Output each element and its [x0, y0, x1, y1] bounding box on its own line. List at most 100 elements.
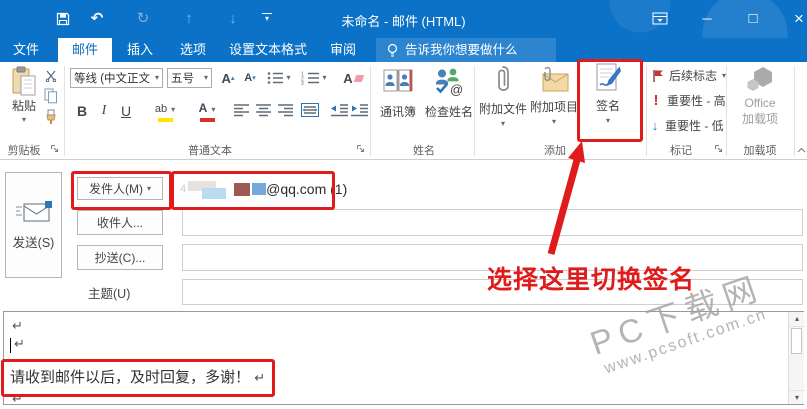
attach-item-label: 附加项目	[530, 100, 579, 114]
cut-button[interactable]	[42, 68, 60, 84]
eraser-icon	[353, 74, 364, 82]
follow-up-label: 后续标志	[669, 69, 718, 83]
send-label: 发送(S)	[12, 235, 55, 250]
attach-file-caret-icon: ▾	[500, 119, 505, 128]
numbering-icon: 1 2 3	[301, 72, 320, 85]
format-painter-icon	[46, 109, 56, 124]
high-importance-button[interactable]: ! 重要性 - 高	[652, 92, 726, 109]
outlook-compose-window: ↶ ↻ ↑ ↓ ▾ 未命名 - 邮件 (HTML) ─ □ × 文件 邮件 插入…	[0, 0, 807, 409]
check-names-button[interactable]: @ 检查姓名	[424, 64, 474, 120]
from-censored-char: 4	[180, 183, 187, 195]
minimize-button[interactable]: ─	[693, 0, 721, 38]
from-caret-icon: ▾	[146, 183, 151, 193]
italic-button[interactable]: I	[95, 100, 113, 122]
tab-format-text[interactable]: 设置文本格式	[222, 38, 314, 62]
tab-file[interactable]: 文件	[0, 38, 52, 62]
copy-button[interactable]	[42, 88, 60, 104]
follow-up-button[interactable]: 后续标志 ▾	[652, 67, 726, 84]
italic-letter: I	[101, 103, 107, 118]
bold-button[interactable]: B	[72, 100, 92, 122]
tab-review[interactable]: 审阅	[318, 38, 368, 62]
paragraph-mark: ↵	[254, 370, 266, 385]
body-text-line: 请收到邮件以后，及时回复，多谢！ ↵	[10, 366, 265, 387]
underline-button[interactable]: U	[116, 100, 136, 122]
signature-icon	[582, 62, 634, 93]
close-button[interactable]: ×	[785, 0, 807, 38]
format-painter-button[interactable]	[42, 108, 60, 126]
office-addins-label-2: 加载项	[741, 112, 778, 126]
message-body[interactable]	[3, 311, 804, 405]
clipboard-dialog-launcher-icon[interactable]	[50, 144, 59, 153]
tab-message[interactable]: 邮件	[58, 38, 112, 62]
clipboard-group-label: 剪贴板	[7, 145, 41, 157]
highlight-color-bar	[157, 118, 173, 122]
text-highlight-button[interactable]: ab ▾	[146, 99, 184, 122]
font-name-combo[interactable]: 等线 (中文正文 ▾	[70, 68, 163, 88]
bold-letter: B	[76, 103, 88, 119]
signature-button[interactable]: 签名 ▾	[582, 62, 634, 125]
mosaic-block	[234, 182, 251, 196]
bullets-button[interactable]: ▾	[264, 68, 294, 88]
grow-font-letter: A	[221, 70, 231, 86]
office-addins-button[interactable]: Office 加载项	[732, 64, 788, 127]
attach-file-button[interactable]: 附加文件 ▾	[478, 64, 528, 128]
tellme-label: 告诉我你想要做什么	[405, 43, 518, 57]
office-addins-label-1: Office	[744, 96, 776, 110]
font-color-button[interactable]: A ▾	[190, 99, 224, 122]
address-book-button[interactable]: 通讯簿	[374, 64, 422, 120]
from-button[interactable]: 发件人(M) ▾	[77, 177, 163, 200]
lightbulb-icon	[386, 43, 399, 58]
ribbon-display-options-icon[interactable]	[652, 12, 668, 26]
tab-insert[interactable]: 插入	[116, 38, 164, 62]
include-group-label: 添加	[544, 145, 566, 157]
tellme-box[interactable]: 告诉我你想要做什么	[376, 38, 556, 62]
to-button[interactable]: 收件人...	[77, 210, 163, 235]
underline-letter: U	[120, 103, 132, 119]
tags-dialog-launcher-icon[interactable]	[714, 144, 723, 153]
mosaic-block	[202, 187, 227, 199]
attach-item-button[interactable]: 附加项目 ▾	[530, 64, 578, 126]
scroll-up-icon[interactable]: ▴	[789, 312, 805, 327]
font-size-value: 五号	[171, 73, 194, 85]
address-book-label: 通讯簿	[379, 105, 416, 119]
font-size-combo[interactable]: 五号 ▾	[167, 68, 212, 88]
paste-label: 粘贴	[11, 99, 36, 113]
clipboard-icon	[6, 66, 42, 97]
cc-button[interactable]: 抄送(C)...	[77, 245, 163, 270]
names-group-label: 姓名	[413, 145, 435, 157]
increase-indent-button[interactable]	[350, 101, 370, 119]
align-center-button[interactable]	[254, 101, 274, 119]
basic-text-group-label: 普通文本	[188, 145, 232, 157]
high-importance-icon: !	[653, 92, 659, 109]
from-address-text: @qq.com (1)	[266, 181, 348, 197]
signature-label: 签名	[595, 99, 620, 113]
maximize-button[interactable]: □	[739, 0, 767, 38]
clear-formatting-button[interactable]: A	[342, 68, 364, 88]
body-scrollbar[interactable]: ▴ ▾	[788, 312, 805, 405]
tab-options[interactable]: 选项	[168, 38, 218, 62]
basic-text-dialog-launcher-icon[interactable]	[356, 144, 365, 153]
to-input[interactable]	[182, 209, 803, 236]
decrease-indent-button[interactable]	[330, 101, 350, 119]
scissors-icon	[45, 70, 57, 82]
distributed-button[interactable]	[298, 101, 322, 119]
signature-caret-icon: ▾	[605, 116, 610, 125]
collapse-ribbon-icon[interactable]	[797, 147, 806, 153]
send-button[interactable]: 发送(S)	[5, 172, 62, 278]
align-right-button[interactable]	[276, 101, 296, 119]
font-name-value: 等线 (中文正文	[74, 73, 151, 85]
scroll-down-icon[interactable]: ▾	[789, 390, 805, 405]
numbering-button[interactable]: 1 2 3 ▾	[298, 68, 330, 88]
low-importance-button[interactable]: ↓ 重要性 - 低	[650, 117, 724, 134]
shrink-font-button[interactable]: A ▾	[240, 68, 260, 88]
paragraph-mark: ↵	[12, 318, 23, 333]
paste-button[interactable]: 粘贴 ▾	[6, 66, 42, 124]
font-size-caret-icon: ▾	[203, 73, 208, 82]
subject-label: 主题(U)	[88, 287, 131, 301]
copy-icon	[44, 88, 57, 104]
grow-font-button[interactable]: A ▴	[218, 68, 238, 88]
numbering-caret-icon: ▾	[322, 73, 327, 82]
align-left-button[interactable]	[232, 101, 252, 119]
scrollbar-thumb[interactable]	[791, 328, 802, 354]
low-importance-icon: ↓	[651, 118, 659, 133]
